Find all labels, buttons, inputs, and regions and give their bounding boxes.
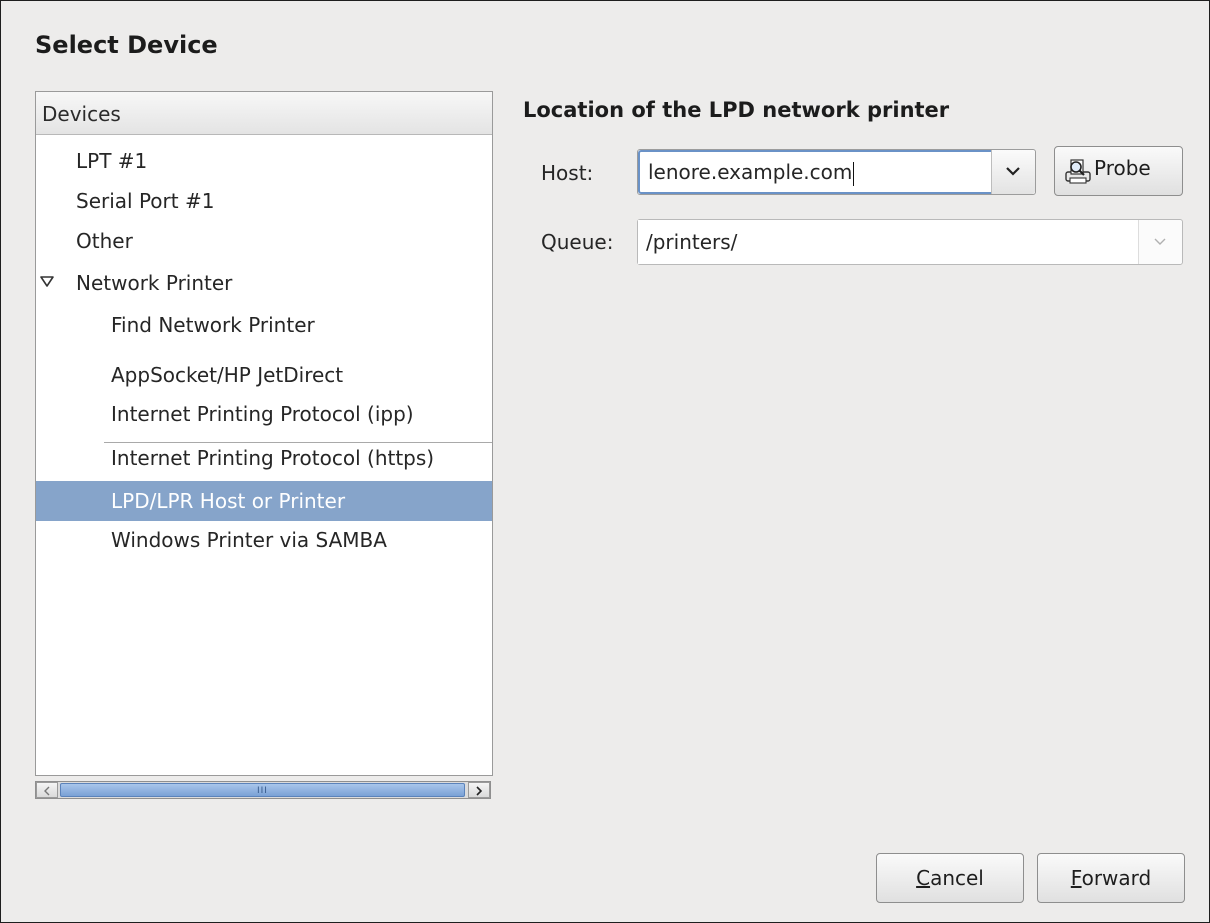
device-item-lpd-lpr[interactable]: LPD/LPR Host or Printer <box>36 481 492 521</box>
devices-list[interactable]: Devices LPT #1 Serial Port #1 Other Netw… <box>35 91 493 776</box>
scrollbar-thumb[interactable]: III <box>60 783 465 797</box>
device-item-find-network-printer[interactable]: Find Network Printer <box>36 305 492 345</box>
queue-input[interactable]: /printers/ <box>638 220 1140 264</box>
device-item-label: Serial Port #1 <box>76 189 215 213</box>
chevron-down-icon <box>1154 238 1166 245</box>
devices-column-header[interactable]: Devices <box>36 92 492 135</box>
probe-button-label: Probe <box>1094 156 1151 180</box>
devices-horizontal-scrollbar[interactable]: III <box>35 781 491 799</box>
device-item-appsocket[interactable]: AppSocket/HP JetDirect <box>36 355 492 395</box>
dialog-title: Select Device <box>35 31 218 59</box>
device-item-label: LPT #1 <box>76 149 148 173</box>
cancel-button-label: Cancel <box>916 866 984 890</box>
host-value: lenore.example.com <box>648 160 853 184</box>
queue-label: Queue: <box>541 230 614 254</box>
device-item-label: Other <box>76 229 133 253</box>
device-item-network-printer[interactable]: Network Printer <box>36 263 492 303</box>
device-item-samba[interactable]: Windows Printer via SAMBA <box>36 520 492 560</box>
text-caret <box>853 161 855 186</box>
triangle-down-icon[interactable] <box>40 276 54 288</box>
device-item-ipp[interactable]: Internet Printing Protocol (ipp) <box>36 394 492 434</box>
chevron-left-icon <box>44 786 50 796</box>
device-item-label: AppSocket/HP JetDirect <box>111 363 344 387</box>
host-label: Host: <box>541 161 594 185</box>
chevron-down-icon <box>1006 167 1020 176</box>
device-item-other[interactable]: Other <box>36 221 492 261</box>
select-device-dialog: Select Device Devices LPT #1 Serial Port… <box>0 0 1210 923</box>
device-item-label: LPD/LPR Host or Printer <box>111 489 346 513</box>
device-item-label: Windows Printer via SAMBA <box>111 528 387 552</box>
host-input[interactable]: lenore.example.com <box>638 150 994 194</box>
host-dropdown-button[interactable] <box>991 150 1035 194</box>
chevron-right-icon <box>476 786 483 796</box>
host-combo[interactable]: lenore.example.com <box>637 149 1036 195</box>
queue-dropdown-button[interactable] <box>1138 220 1182 264</box>
scroll-left-button[interactable] <box>36 782 58 798</box>
device-item-https[interactable]: Internet Printing Protocol (https) <box>36 438 492 478</box>
device-item-serial-port1[interactable]: Serial Port #1 <box>36 181 492 221</box>
probe-button[interactable]: Probe <box>1054 146 1183 196</box>
device-item-label: Internet Printing Protocol (ipp) <box>111 402 414 426</box>
scroll-right-button[interactable] <box>468 782 490 798</box>
device-item-label: Internet Printing Protocol (https) <box>111 446 435 470</box>
forward-button-label: Forward <box>1070 866 1152 890</box>
queue-combo[interactable]: /printers/ <box>637 219 1183 265</box>
device-item-label: Find Network Printer <box>111 313 315 337</box>
device-item-lpt1[interactable]: LPT #1 <box>36 141 492 181</box>
forward-button[interactable]: Forward <box>1037 853 1185 903</box>
scrollbar-grip: III <box>257 786 268 796</box>
cancel-button[interactable]: Cancel <box>876 853 1024 903</box>
section-title: Location of the LPD network printer <box>523 98 950 122</box>
device-item-label: Network Printer <box>76 271 233 295</box>
printer-magnifier-icon <box>1065 159 1091 184</box>
